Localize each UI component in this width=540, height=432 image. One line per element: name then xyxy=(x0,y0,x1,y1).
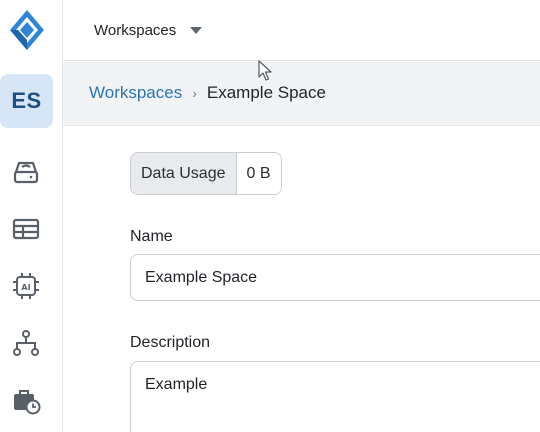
name-field[interactable]: Example Space xyxy=(130,254,540,301)
name-field-value: Example Space xyxy=(145,268,258,286)
app-window: ES AI Workspaces Workspaces › Example Sp… xyxy=(0,0,540,432)
workspace-initials: ES xyxy=(11,88,42,113)
briefcase-clock-icon[interactable] xyxy=(10,384,42,416)
data-usage-value: 0 B xyxy=(236,153,281,194)
sidebar: ES AI xyxy=(0,0,63,432)
breadcrumb-separator-icon: › xyxy=(192,85,197,101)
svg-text:AI: AI xyxy=(21,283,30,292)
name-label: Name xyxy=(130,228,173,245)
description-field-value: Example xyxy=(145,376,208,393)
workspace-selector[interactable]: Workspaces xyxy=(94,19,203,41)
storage-drive-icon[interactable] xyxy=(10,156,42,188)
ai-chip-icon[interactable]: AI xyxy=(10,270,42,302)
chevron-down-icon xyxy=(190,26,203,34)
data-usage-label: Data Usage xyxy=(131,153,237,194)
breadcrumb: Workspaces › Example Space xyxy=(89,83,326,103)
breadcrumb-workspaces-link[interactable]: Workspaces xyxy=(89,83,182,103)
table-icon[interactable] xyxy=(10,213,42,245)
workspace-avatar[interactable]: ES xyxy=(0,74,53,128)
breadcrumb-current: Example Space xyxy=(206,83,326,102)
mouse-cursor-icon xyxy=(258,60,272,81)
workspace-selector-label: Workspaces xyxy=(94,21,177,39)
data-usage-badge: Data Usage 0 B xyxy=(130,152,282,195)
description-label: Description xyxy=(130,334,211,351)
workflow-hierarchy-icon[interactable] xyxy=(10,327,42,359)
workspace-details: Data Usage 0 B Name Example Space Descri… xyxy=(63,127,540,432)
breadcrumb-bar: Workspaces › Example Space xyxy=(63,62,540,126)
app-logo[interactable] xyxy=(8,8,46,52)
top-bar: Workspaces xyxy=(63,0,540,61)
description-field[interactable]: Example xyxy=(130,361,540,432)
